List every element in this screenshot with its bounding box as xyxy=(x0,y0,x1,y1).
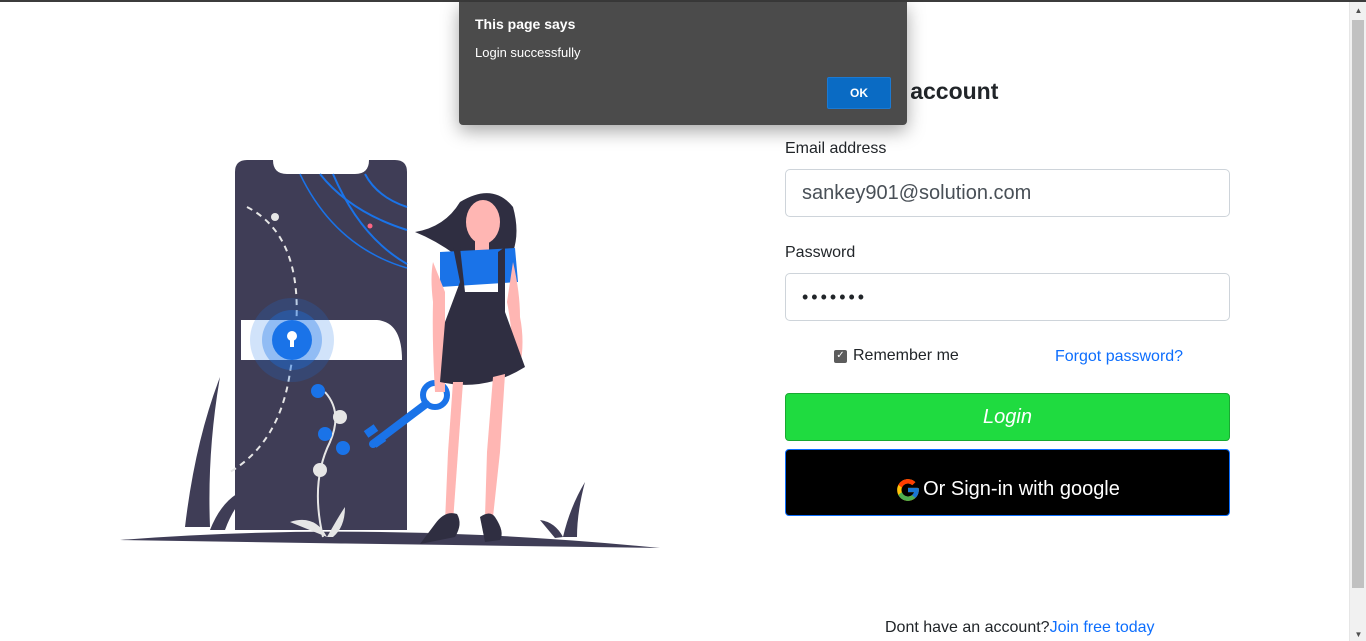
check-icon: ✓ xyxy=(836,350,845,361)
signup-text: Dont have an account? xyxy=(885,619,1050,636)
remember-label: Remember me xyxy=(853,347,959,364)
email-value: sankey901@solution.com xyxy=(802,181,1032,204)
scroll-down-icon[interactable]: ▼ xyxy=(1350,626,1366,641)
woman-shirt xyxy=(440,248,518,287)
password-value: ••••••• xyxy=(802,286,868,307)
scroll-up-icon[interactable]: ▲ xyxy=(1350,2,1366,19)
forgot-password-link[interactable]: Forgot password? xyxy=(1055,348,1183,366)
dialog-title: This page says xyxy=(475,16,576,32)
dialog-ok-button[interactable]: OK xyxy=(827,77,891,109)
password-field[interactable]: ••••••• xyxy=(785,273,1230,321)
login-illustration xyxy=(120,160,660,548)
signup-link[interactable]: Join free today xyxy=(1050,619,1155,636)
remember-checkbox[interactable]: ✓ xyxy=(834,349,847,363)
browser-viewport: Login your account Email address sankey9… xyxy=(0,0,1366,641)
login-button[interactable]: Login xyxy=(785,393,1230,441)
password-label: Password xyxy=(785,244,856,261)
remember-me[interactable]: ✓ Remember me xyxy=(834,347,959,365)
email-field[interactable]: sankey901@solution.com xyxy=(785,169,1230,217)
google-signin-button[interactable]: Or Sign-in with google xyxy=(785,449,1230,516)
scrollbar-thumb[interactable] xyxy=(1352,20,1364,588)
google-button-label: Or Sign-in with google xyxy=(923,478,1120,500)
grass-left xyxy=(185,377,220,527)
ground-shape xyxy=(120,531,660,548)
vertical-scrollbar[interactable]: ▲ ▼ xyxy=(1349,2,1366,641)
dialog-message: Login successfully xyxy=(475,45,581,60)
google-g-icon xyxy=(895,477,921,503)
signup-prompt: Dont have an account?Join free today xyxy=(885,619,1155,637)
email-label: Email address xyxy=(785,140,887,157)
alert-dialog: This page says Login successfully OK xyxy=(459,2,907,125)
